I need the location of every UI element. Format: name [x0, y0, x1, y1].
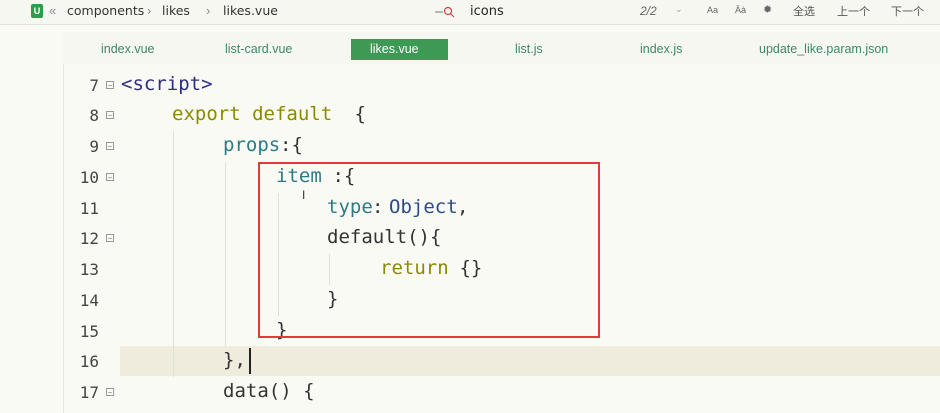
tab-index-js[interactable]: index.js	[631, 39, 691, 60]
highlight-annotation-box	[258, 162, 600, 338]
tab-index-vue[interactable]: index.vue	[92, 39, 164, 60]
breadcrumb-components[interactable]: components	[67, 3, 144, 18]
code-keyword: export default	[172, 103, 333, 125]
search-icon[interactable]	[434, 6, 456, 18]
line-number: 15	[79, 322, 99, 341]
navigation-bar: U « components › likes › likes.vue 2/2 ⌄…	[0, 0, 940, 25]
fold-icon[interactable]: −	[106, 388, 114, 397]
fold-icon[interactable]: −	[106, 234, 114, 243]
editor-tab-bar: index.vue list-card.vue likes.vue list.j…	[63, 32, 940, 64]
line-number: 17	[79, 383, 99, 402]
select-all-button[interactable]: 全选	[793, 3, 815, 19]
find-next-button[interactable]: 下一个	[891, 3, 924, 19]
regex-toggle-icon[interactable]: ✹	[763, 3, 772, 16]
text-caret	[249, 348, 251, 374]
tab-likes-vue[interactable]: likes.vue	[351, 39, 448, 60]
find-match-count: 2/2	[640, 4, 657, 18]
line-number: 16	[79, 352, 99, 371]
code-text: :{	[280, 134, 303, 156]
find-input[interactable]	[470, 1, 620, 21]
code-line[interactable]: 16 },	[0, 346, 940, 376]
line-number: 8	[89, 106, 99, 125]
line-number: 9	[89, 137, 99, 156]
fold-icon[interactable]: −	[106, 81, 114, 90]
chevron-right-icon: ›	[147, 3, 152, 18]
tab-update-like-param-json[interactable]: update_like.param.json	[750, 39, 897, 60]
code-property: props	[223, 134, 281, 156]
chevron-down-icon[interactable]: ⌄	[675, 4, 683, 15]
match-word-toggle[interactable]: Äà	[735, 5, 746, 15]
line-number: 11	[79, 199, 99, 218]
code-line[interactable]: 8 − export default {	[0, 100, 940, 130]
code-text: {	[343, 103, 366, 125]
chevron-right-icon: ›	[206, 3, 211, 18]
app-icon: U	[31, 4, 43, 18]
line-number: 14	[79, 291, 99, 310]
code-line[interactable]: 17 − data() {	[0, 377, 940, 407]
code-text: <script>	[121, 73, 213, 95]
tab-list-card-vue[interactable]: list-card.vue	[216, 39, 301, 60]
line-number: 13	[79, 260, 99, 279]
fold-icon[interactable]: −	[106, 111, 114, 120]
find-previous-button[interactable]: 上一个	[837, 3, 870, 19]
breadcrumb-likes[interactable]: likes	[162, 3, 190, 18]
breadcrumb-likes-vue[interactable]: likes.vue	[223, 3, 278, 18]
text-cursor-icon: I	[302, 188, 306, 202]
code-text: data() {	[223, 380, 315, 402]
fold-icon[interactable]: −	[106, 173, 114, 182]
indent-guide	[225, 162, 226, 346]
code-text: },	[223, 349, 246, 371]
code-line[interactable]: 9 − props :{	[0, 131, 940, 161]
line-number: 12	[79, 229, 99, 248]
code-line[interactable]: 7 − <script>	[0, 70, 940, 100]
indent-guide	[173, 131, 174, 377]
tab-list-js[interactable]: list.js	[506, 39, 552, 60]
line-number: 7	[89, 76, 99, 95]
back-chevron-icon[interactable]: «	[49, 3, 56, 18]
match-case-toggle[interactable]: Aa	[707, 5, 718, 15]
fold-icon[interactable]: −	[106, 142, 114, 151]
line-number: 10	[79, 168, 99, 187]
